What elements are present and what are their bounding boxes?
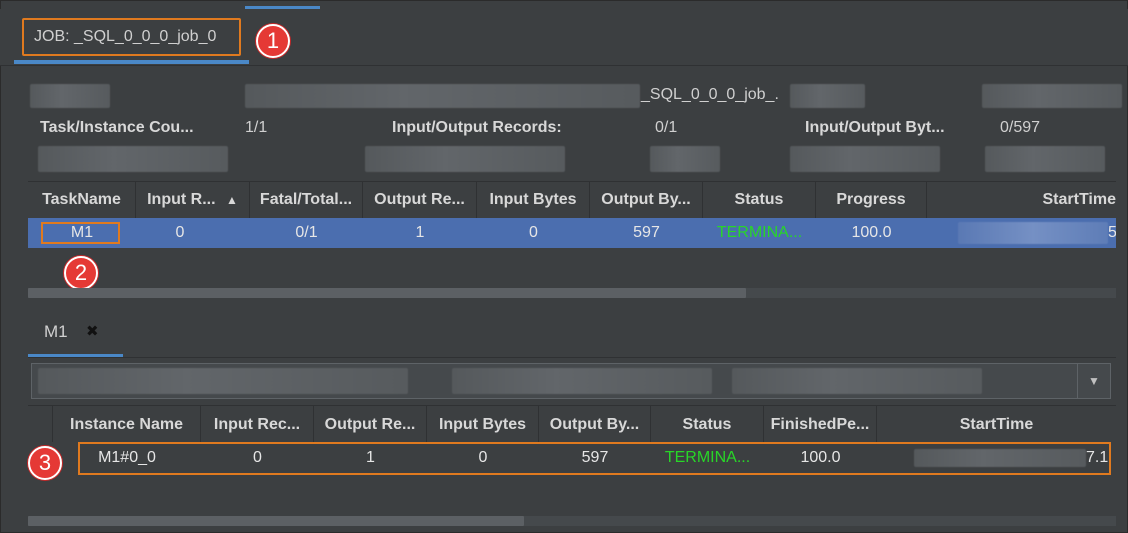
io-records-label: Input/Output Records: [392, 119, 562, 136]
column-header-input-bytes[interactable]: Input Bytes [477, 182, 590, 218]
column-header-starttime[interactable]: StartTime [927, 182, 1116, 218]
job-name-fragment: _SQL_0_0_0_job_. [641, 86, 779, 103]
column-header-output-records[interactable]: Output Re... [363, 182, 477, 218]
column-header-row-indicator [28, 406, 53, 442]
redacted-value [985, 146, 1105, 172]
task-table-header: TaskName Input R... ▲ Fatal/Total... Out… [28, 181, 1116, 219]
column-header-input-records[interactable]: Input R... ▲ [136, 182, 250, 218]
cell-input-bytes: 0 [529, 224, 538, 241]
column-header-instance-name[interactable]: Instance Name [53, 406, 201, 442]
tab-m1[interactable]: M1 [44, 322, 68, 342]
task-table-scrollbar-thumb[interactable] [28, 288, 746, 298]
column-header-fatal-total[interactable]: Fatal/Total... [250, 182, 363, 218]
callout-3: 3 [28, 446, 62, 480]
redacted-value [958, 222, 1108, 244]
redacted-value [790, 146, 940, 172]
tab-accent-bar [245, 6, 320, 9]
redacted-value [38, 146, 228, 172]
redacted-value [982, 84, 1122, 108]
redacted-value [452, 368, 712, 394]
highlight-box-instance-row [78, 442, 1111, 475]
redacted-value [245, 84, 640, 108]
instance-table-scrollbar-thumb[interactable] [28, 516, 524, 526]
io-records-value: 0/1 [655, 119, 678, 136]
cell-progress: 100.0 [851, 224, 892, 241]
task-table: TaskName Input R... ▲ Fatal/Total... Out… [28, 181, 1116, 301]
column-header-taskname[interactable]: TaskName [28, 182, 136, 218]
column-header-status[interactable]: Status [651, 406, 764, 442]
redacted-value [732, 368, 982, 394]
callout-1: 1 [256, 24, 290, 58]
cell-start-time-tail: 5 [1108, 224, 1116, 241]
column-header-input-records[interactable]: Input Rec... [201, 406, 314, 442]
divider [28, 357, 1116, 358]
sort-ascending-icon: ▲ [226, 193, 238, 207]
instance-filter-combobox[interactable]: ▼ [31, 363, 1111, 399]
job-tab-label: JOB: _SQL_0_0_0_job_0 [34, 28, 217, 45]
column-header-input-bytes[interactable]: Input Bytes [427, 406, 539, 442]
dropdown-arrow-icon[interactable]: ▼ [1077, 364, 1110, 398]
task-instance-count-value: 1/1 [245, 119, 268, 136]
table-row[interactable]: M1 0 0/1 1 0 597 TERMINA... 100.0 5 [28, 218, 1116, 248]
redacted-value [650, 146, 720, 172]
job-tab[interactable]: JOB: _SQL_0_0_0_job_0 [22, 18, 241, 56]
column-header-status[interactable]: Status [703, 182, 816, 218]
job-tab-underline [14, 60, 249, 64]
redacted-value [38, 368, 408, 394]
task-instance-count-label: Task/Instance Cou... [40, 119, 194, 136]
column-header-input-records-label: Input R... [147, 191, 216, 208]
callout-2: 2 [64, 256, 98, 290]
column-header-output-bytes[interactable]: Output By... [590, 182, 703, 218]
redacted-value [365, 146, 565, 172]
close-icon[interactable]: ✖ [86, 322, 99, 340]
cell-fatal-total: 0/1 [295, 224, 318, 241]
io-bytes-value: 0/597 [1000, 119, 1041, 136]
column-header-finished-percent[interactable]: FinishedPe... [764, 406, 877, 442]
cell-input-records: 0 [175, 224, 185, 241]
redacted-value [30, 84, 110, 108]
io-bytes-label: Input/Output Byt... [805, 119, 945, 136]
column-header-output-records[interactable]: Output Re... [314, 406, 427, 442]
cell-output-records: 1 [415, 224, 425, 241]
column-header-starttime[interactable]: StartTime [877, 406, 1116, 442]
cell-output-bytes: 597 [633, 224, 660, 241]
column-header-progress[interactable]: Progress [816, 182, 927, 218]
column-header-output-bytes[interactable]: Output By... [539, 406, 651, 442]
cell-status: TERMINA... [716, 224, 803, 241]
highlight-box-task-name [41, 222, 120, 244]
instance-table-header: Instance Name Input Rec... Output Re... … [28, 405, 1116, 444]
redacted-value [790, 84, 865, 108]
